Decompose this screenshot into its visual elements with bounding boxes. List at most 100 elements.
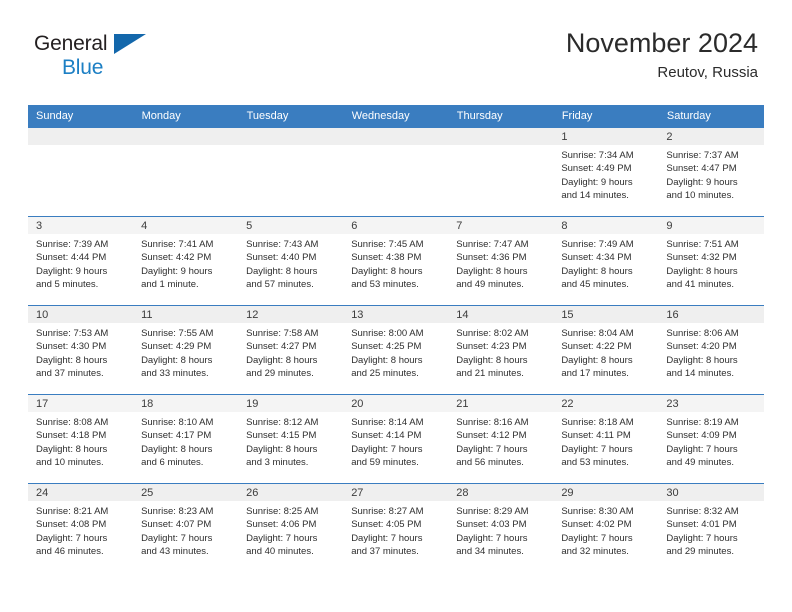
day-number: 20: [343, 395, 449, 412]
calendar-day-cell[interactable]: 16 Sunrise: 8:06 AM Sunset: 4:20 PM Dayligh…: [658, 305, 764, 395]
calendar-day-cell[interactable]: 7 Sunrise: 7:47 AM Sunset: 4:36 PM Daylight…: [448, 216, 554, 306]
sunset-time: Sunset: 4:06 PM: [246, 519, 317, 531]
sunrise-time: Sunrise: 7:41 AM: [141, 239, 214, 250]
calendar-day-cell[interactable]: 3 Sunrise: 7:39 AM Sunset: 4:44 PM Daylight…: [28, 216, 134, 306]
calendar-day-cell[interactable]: 22 Sunrise: 8:18 AM Sunset: 4:11 PM Dayligh…: [553, 394, 659, 484]
weekday-header-row: Sunday Monday Tuesday Wednesday Thursday…: [28, 105, 765, 128]
calendar-day-cell[interactable]: 11 Sunrise: 7:55 AM Sunset: 4:29 PM Dayligh…: [133, 305, 239, 395]
calendar-week-row: 24 Sunrise: 8:21 AM Sunset: 4:08 PM Dayligh…: [28, 483, 764, 573]
day-cell-inner: 3 Sunrise: 7:39 AM Sunset: 4:44 PM Daylight…: [28, 217, 134, 305]
sunset-time: Sunset: 4:20 PM: [666, 341, 737, 353]
calendar-day-cell[interactable]: 19 Sunrise: 8:12 AM Sunset: 4:15 PM Dayligh…: [238, 394, 344, 484]
daylight-duration-line2: and 41 minutes.: [666, 279, 734, 291]
day-number: 24: [28, 484, 134, 501]
calendar-day-cell[interactable]: 23 Sunrise: 8:19 AM Sunset: 4:09 PM Dayligh…: [658, 394, 764, 484]
calendar-day-cell[interactable]: 6 Sunrise: 7:45 AM Sunset: 4:38 PM Daylight…: [343, 216, 449, 306]
day-cell-details: Sunrise: 8:10 AM Sunset: 4:17 PM Daylight:…: [133, 412, 238, 470]
calendar-day-cell[interactable]: 1 Sunrise: 7:34 AM Sunset: 4:49 PM Daylight…: [553, 127, 659, 217]
day-cell-inner: 1 Sunrise: 7:34 AM Sunset: 4:49 PM Daylight…: [553, 128, 659, 216]
sunset-time: Sunset: 4:01 PM: [666, 519, 737, 531]
calendar-week-row: 10 Sunrise: 7:53 AM Sunset: 4:30 PM Dayligh…: [28, 305, 764, 395]
day-cell-inner: 11 Sunrise: 7:55 AM Sunset: 4:29 PM Dayligh…: [133, 306, 239, 394]
day-number: 25: [133, 484, 239, 501]
daylight-duration-line2: and 1 minute.: [141, 279, 199, 291]
daylight-duration-line2: and 40 minutes.: [246, 546, 314, 558]
daylight-duration-line1: Daylight: 8 hours: [456, 265, 528, 277]
general-blue-logo[interactable]: General Blue: [34, 26, 159, 79]
day-cell-inner: 22 Sunrise: 8:18 AM Sunset: 4:11 PM Dayligh…: [553, 395, 659, 483]
day-cell-inner: 30 Sunrise: 8:32 AM Sunset: 4:01 PM Dayligh…: [658, 484, 764, 573]
daylight-duration-line2: and 43 minutes.: [141, 546, 209, 558]
calendar-day-cell[interactable]: 9 Sunrise: 7:51 AM Sunset: 4:32 PM Daylight…: [658, 216, 764, 306]
calendar-day-cell[interactable]: 24 Sunrise: 8:21 AM Sunset: 4:08 PM Dayligh…: [28, 483, 134, 573]
sunrise-time: Sunrise: 7:34 AM: [561, 150, 634, 161]
weekday-header-tuesday: Tuesday: [238, 105, 344, 128]
day-cell-details: Sunrise: 7:39 AM Sunset: 4:44 PM Daylight:…: [28, 234, 133, 292]
calendar-day-cell[interactable]: 27 Sunrise: 8:27 AM Sunset: 4:05 PM Dayligh…: [343, 483, 449, 573]
calendar-day-cell[interactable]: 4 Sunrise: 7:41 AM Sunset: 4:42 PM Daylight…: [133, 216, 239, 306]
day-number: 26: [238, 484, 344, 501]
sunrise-time: Sunrise: 8:00 AM: [351, 328, 424, 339]
day-number: 23: [658, 395, 764, 412]
weekday-header-wednesday: Wednesday: [343, 105, 449, 128]
calendar-day-cell[interactable]: 14 Sunrise: 8:02 AM Sunset: 4:23 PM Dayligh…: [448, 305, 554, 395]
daylight-duration-line2: and 32 minutes.: [561, 546, 629, 558]
calendar-day-cell[interactable]: 25 Sunrise: 8:23 AM Sunset: 4:07 PM Dayligh…: [133, 483, 239, 573]
calendar-day-cell[interactable]: 17 Sunrise: 8:08 AM Sunset: 4:18 PM Dayligh…: [28, 394, 134, 484]
day-cell-details: [448, 145, 553, 149]
sunset-time: Sunset: 4:36 PM: [456, 252, 527, 264]
daylight-duration-line1: Daylight: 8 hours: [561, 265, 633, 277]
sunrise-time: Sunrise: 7:47 AM: [456, 239, 529, 250]
calendar-day-cell[interactable]: 28 Sunrise: 8:29 AM Sunset: 4:03 PM Dayligh…: [448, 483, 554, 573]
day-number: 8: [553, 217, 659, 234]
sunset-time: Sunset: 4:12 PM: [456, 430, 527, 442]
day-number: 11: [133, 306, 239, 323]
daylight-duration-line1: Daylight: 7 hours: [666, 532, 738, 544]
calendar-day-cell[interactable]: 15 Sunrise: 8:04 AM Sunset: 4:22 PM Dayligh…: [553, 305, 659, 395]
calendar-day-cell-empty: [28, 127, 134, 217]
day-cell-inner: 18 Sunrise: 8:10 AM Sunset: 4:17 PM Dayligh…: [133, 395, 239, 483]
calendar-day-cell[interactable]: 8 Sunrise: 7:49 AM Sunset: 4:34 PM Daylight…: [553, 216, 659, 306]
day-number: 4: [133, 217, 239, 234]
day-cell-inner: [448, 128, 554, 216]
day-number: 16: [658, 306, 764, 323]
sunset-time: Sunset: 4:42 PM: [141, 252, 212, 264]
calendar-day-cell[interactable]: 2 Sunrise: 7:37 AM Sunset: 4:47 PM Daylight…: [658, 127, 764, 217]
day-cell-details: [343, 145, 448, 149]
sunrise-time: Sunrise: 8:29 AM: [456, 506, 529, 517]
calendar-day-cell[interactable]: 30 Sunrise: 8:32 AM Sunset: 4:01 PM Dayligh…: [658, 483, 764, 573]
sunset-time: Sunset: 4:38 PM: [351, 252, 422, 264]
weekday-header-friday: Friday: [553, 105, 659, 128]
sunset-time: Sunset: 4:02 PM: [561, 519, 632, 531]
day-cell-details: Sunrise: 8:12 AM Sunset: 4:15 PM Daylight:…: [238, 412, 343, 470]
sunset-time: Sunset: 4:17 PM: [141, 430, 212, 442]
calendar-day-cell[interactable]: 20 Sunrise: 8:14 AM Sunset: 4:14 PM Dayligh…: [343, 394, 449, 484]
daylight-duration-line2: and 3 minutes.: [246, 457, 309, 469]
month-calendar: Sunday Monday Tuesday Wednesday Thursday…: [28, 105, 765, 573]
sunset-time: Sunset: 4:05 PM: [351, 519, 422, 531]
day-cell-inner: 27 Sunrise: 8:27 AM Sunset: 4:05 PM Dayligh…: [343, 484, 449, 573]
sunrise-time: Sunrise: 8:32 AM: [666, 506, 739, 517]
calendar-day-cell[interactable]: 18 Sunrise: 8:10 AM Sunset: 4:17 PM Dayligh…: [133, 394, 239, 484]
sunrise-time: Sunrise: 8:27 AM: [351, 506, 424, 517]
daylight-duration-line2: and 37 minutes.: [351, 546, 419, 558]
calendar-day-cell[interactable]: 13 Sunrise: 8:00 AM Sunset: 4:25 PM Dayligh…: [343, 305, 449, 395]
calendar-day-cell[interactable]: 5 Sunrise: 7:43 AM Sunset: 4:40 PM Daylight…: [238, 216, 344, 306]
day-cell-inner: 19 Sunrise: 8:12 AM Sunset: 4:15 PM Dayligh…: [238, 395, 344, 483]
weekday-header-saturday: Saturday: [658, 105, 765, 128]
daylight-duration-line2: and 56 minutes.: [456, 457, 524, 469]
calendar-day-cell[interactable]: 10 Sunrise: 7:53 AM Sunset: 4:30 PM Dayligh…: [28, 305, 134, 395]
calendar-day-cell[interactable]: 26 Sunrise: 8:25 AM Sunset: 4:06 PM Dayligh…: [238, 483, 344, 573]
calendar-day-cell[interactable]: 21 Sunrise: 8:16 AM Sunset: 4:12 PM Dayligh…: [448, 394, 554, 484]
day-number: [28, 128, 134, 145]
sunrise-time: Sunrise: 8:06 AM: [666, 328, 739, 339]
day-cell-details: Sunrise: 7:37 AM Sunset: 4:47 PM Daylight:…: [658, 145, 763, 203]
day-number: 6: [343, 217, 449, 234]
sunrise-time: Sunrise: 8:04 AM: [561, 328, 634, 339]
day-number: 10: [28, 306, 134, 323]
day-cell-details: Sunrise: 8:02 AM Sunset: 4:23 PM Daylight:…: [448, 323, 553, 381]
calendar-day-cell[interactable]: 12 Sunrise: 7:58 AM Sunset: 4:27 PM Dayligh…: [238, 305, 344, 395]
calendar-day-cell[interactable]: 29 Sunrise: 8:30 AM Sunset: 4:02 PM Dayligh…: [553, 483, 659, 573]
day-cell-inner: [133, 128, 239, 216]
calendar-body: 1 Sunrise: 7:34 AM Sunset: 4:49 PM Daylight…: [28, 127, 764, 573]
